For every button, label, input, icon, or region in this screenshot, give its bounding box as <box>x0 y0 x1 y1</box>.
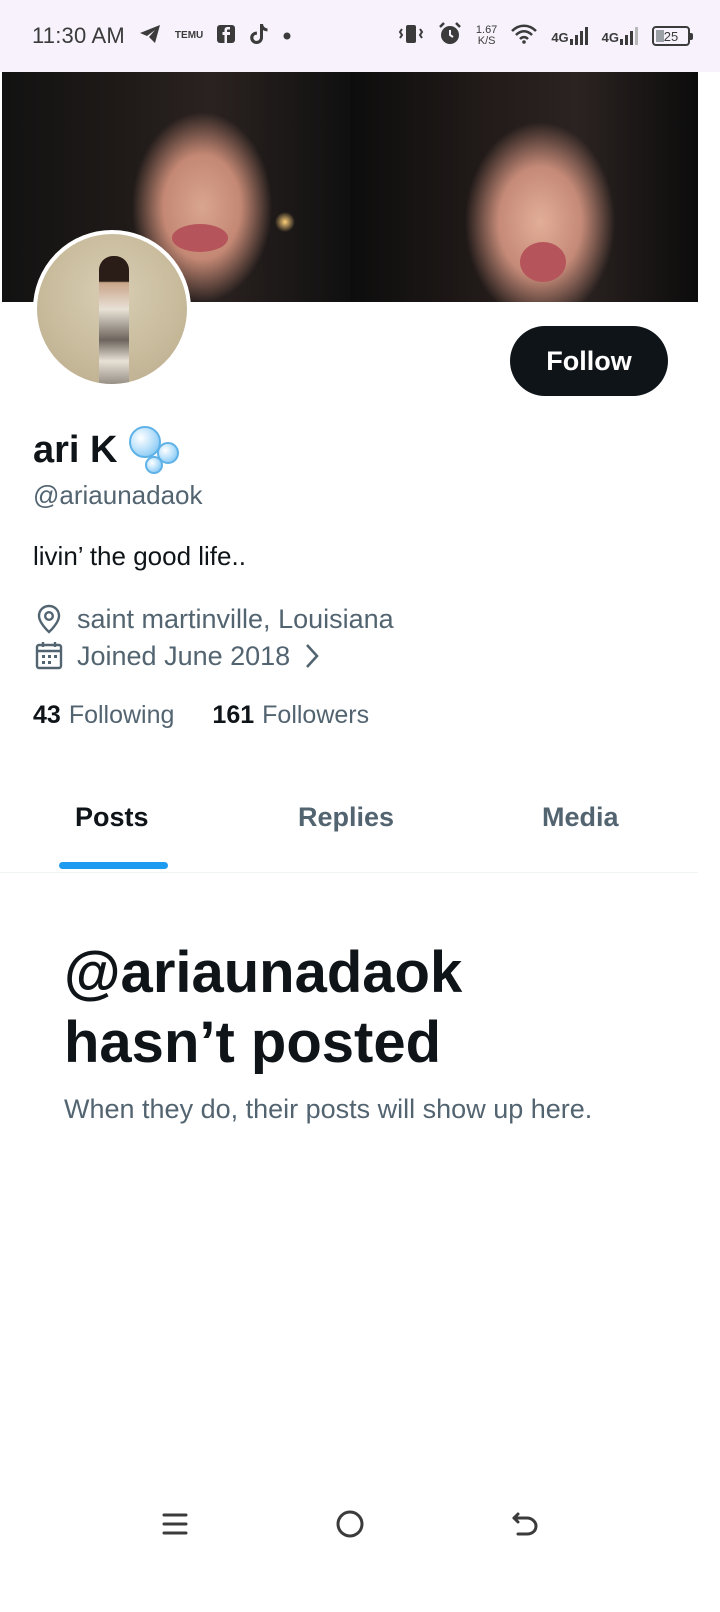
battery-level: 25 <box>663 28 679 44</box>
alarm-icon <box>438 21 462 51</box>
home-icon[interactable] <box>328 1502 372 1546</box>
wifi-icon <box>511 24 538 49</box>
empty-title-line2: hasn’t posted <box>64 1010 442 1075</box>
followers-label: Followers <box>262 701 370 729</box>
banner-lips-left <box>172 224 228 252</box>
chevron-right-icon <box>302 642 322 670</box>
active-tab-indicator <box>59 862 168 869</box>
follow-button[interactable]: Follow <box>510 326 668 396</box>
tiktok-icon <box>249 23 269 50</box>
network-2-label: 4G <box>601 30 619 45</box>
network-1: 4G <box>551 27 588 45</box>
profile-screen: 11:30 AM TEMU 1.67 K/S 4G 4G 25 Follow a… <box>0 0 720 1612</box>
tab-media[interactable]: Media <box>542 802 619 833</box>
followers-count: 161 <box>212 701 255 729</box>
location-pin-icon <box>33 603 65 635</box>
tab-posts[interactable]: Posts <box>75 802 149 833</box>
net-speed-unit: K/S <box>477 35 496 47</box>
back-icon[interactable] <box>503 1502 547 1546</box>
joined-text: Joined June 2018 <box>77 640 291 671</box>
network-1-label: 4G <box>551 30 569 45</box>
name-row: ari K <box>33 426 181 474</box>
banner-photo-right <box>350 72 698 302</box>
temu-icon: TEMU <box>175 31 203 41</box>
handle: @ariaunadaok <box>33 480 203 510</box>
following-link[interactable]: 43 Following <box>33 701 174 730</box>
empty-state-subtitle: When they do, their posts will show up h… <box>64 1094 593 1124</box>
avatar[interactable] <box>33 230 191 388</box>
joined-row[interactable]: Joined June 2018 <box>33 640 322 672</box>
status-time: 11:30 AM <box>32 23 125 48</box>
empty-state-title: @ariaunadaok hasn’t posted <box>64 938 664 1078</box>
net-speed: 1.67 K/S <box>476 25 497 47</box>
system-nav-bar <box>0 1480 720 1570</box>
status-bar: 11:30 AM TEMU 1.67 K/S 4G 4G 25 <box>0 0 720 72</box>
vibrate-icon <box>398 24 424 49</box>
followers-link[interactable]: 161 Followers <box>212 701 369 730</box>
network-2: 4G <box>602 27 638 45</box>
status-left: 11:30 AM TEMU <box>32 23 291 50</box>
menu-icon[interactable] <box>153 1502 197 1546</box>
empty-title-line1: @ariaunadaok <box>64 940 463 1005</box>
following-count: 43 <box>33 701 61 729</box>
profile-tabs: Posts Replies Media <box>0 770 698 873</box>
avatar-figure <box>99 256 129 384</box>
tab-replies[interactable]: Replies <box>298 802 394 833</box>
facebook-icon <box>217 24 236 48</box>
telegram-icon <box>139 24 161 49</box>
signal-1-icon <box>569 27 588 45</box>
bubbles-emoji <box>129 426 181 474</box>
status-right: 1.67 K/S 4G 4G 25 <box>398 21 693 51</box>
temu-label: TEMU <box>174 30 204 41</box>
following-label: Following <box>68 701 175 729</box>
location-row: saint martinville, Louisiana <box>33 603 394 635</box>
display-name: ari K <box>33 428 118 471</box>
dot-icon <box>283 27 291 45</box>
signal-2-icon <box>620 27 638 45</box>
battery-icon: 25 <box>652 26 693 46</box>
location-text: saint martinville, Louisiana <box>77 603 394 634</box>
banner-lips-right <box>520 242 566 282</box>
bio: livin’ the good life.. <box>33 541 246 571</box>
follow-stats: 43 Following 161 Followers <box>33 701 369 730</box>
calendar-icon <box>33 640 65 672</box>
